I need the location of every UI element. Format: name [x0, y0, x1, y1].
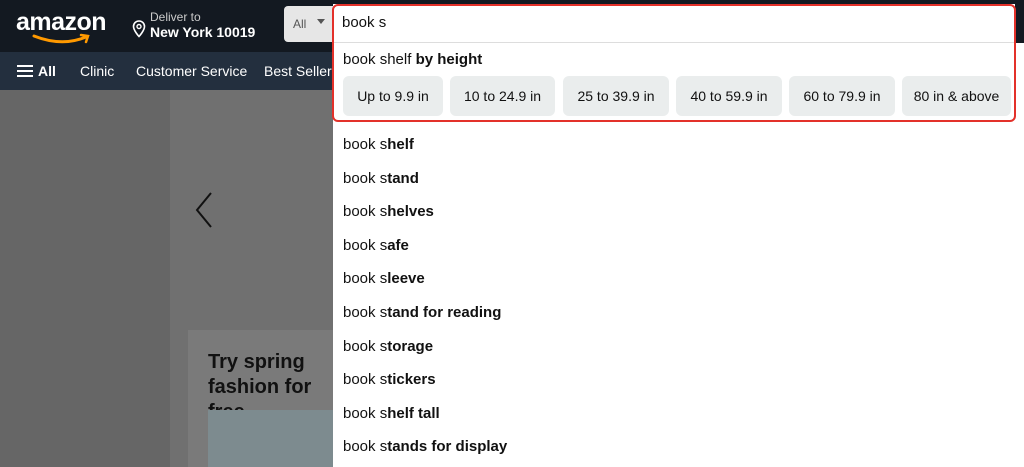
- nav-item-best-sellers[interactable]: Best Sellers: [264, 63, 339, 79]
- suggestion-item[interactable]: book storage: [343, 338, 433, 355]
- suggestion-completion: tickers: [387, 371, 436, 388]
- suggestion-typed: book s: [343, 270, 388, 287]
- suggestion-item[interactable]: book stand: [343, 170, 419, 187]
- suggestion-typed: book s: [343, 237, 388, 254]
- featured-suggestion-prefix: book shelf: [343, 51, 412, 68]
- suggestion-typed: book s: [343, 338, 388, 355]
- search-input[interactable]: book s: [333, 4, 1015, 43]
- suggestion-item[interactable]: book shelf: [343, 136, 414, 153]
- promo-card-image: [208, 410, 338, 467]
- suggestion-completion: helves: [387, 203, 434, 220]
- suggestion-item[interactable]: book stand for reading: [343, 304, 501, 321]
- logo-smile-icon: [32, 33, 90, 44]
- suggestion-typed: book s: [343, 170, 388, 187]
- search-category-label: All: [293, 17, 307, 31]
- height-chip-25-to-39-9[interactable]: 25 to 39.9 in: [563, 76, 669, 116]
- suggestion-completion: helf tall: [387, 405, 440, 422]
- suggestion-item[interactable]: book sleeve: [343, 270, 425, 287]
- nav-item-customer-service[interactable]: Customer Service: [136, 63, 247, 79]
- deliver-to[interactable]: Deliver to New York 10019: [132, 8, 272, 44]
- suggestion-typed: book s: [343, 371, 388, 388]
- location-pin-icon: [132, 20, 146, 38]
- suggestion-completion: helf: [387, 136, 414, 153]
- suggestion-completion: tand for reading: [387, 304, 502, 321]
- deliver-label: Deliver to: [150, 10, 201, 24]
- hamburger-menu-icon[interactable]: [17, 65, 33, 77]
- height-chip-10-to-24-9[interactable]: 10 to 24.9 in: [450, 76, 555, 116]
- suggestion-item[interactable]: book shelves: [343, 203, 434, 220]
- suggestion-completion: afe: [387, 237, 409, 254]
- suggestion-completion: tand: [387, 170, 419, 187]
- nav-all[interactable]: All: [38, 63, 56, 79]
- suggestion-typed: book s: [343, 438, 388, 455]
- suggestion-item[interactable]: book safe: [343, 237, 409, 254]
- suggestion-completion: leeve: [387, 270, 425, 287]
- nav-item-clinic[interactable]: Clinic: [80, 63, 114, 79]
- suggestion-completion: torage: [387, 338, 434, 355]
- suggestion-completion: tands for display: [387, 438, 508, 455]
- suggestion-typed: book s: [343, 136, 388, 153]
- suggestion-typed: book s: [343, 203, 388, 220]
- height-chip-60-to-79-9[interactable]: 60 to 79.9 in: [789, 76, 895, 116]
- search-input-value: book s: [342, 14, 387, 31]
- deliver-location: New York 10019: [150, 24, 256, 40]
- page-sidebar-area: [0, 90, 170, 467]
- promo-card[interactable]: Try spring fashion for free: [188, 330, 338, 467]
- suggestion-item[interactable]: book stickers: [343, 371, 436, 388]
- chevron-left-icon[interactable]: [193, 190, 217, 230]
- search-category-select[interactable]: All: [284, 6, 334, 42]
- featured-suggestion-suffix: by height: [415, 51, 483, 68]
- caret-down-icon: [317, 19, 325, 24]
- suggestion-item[interactable]: book shelf tall: [343, 405, 440, 422]
- height-chip-40-to-59-9[interactable]: 40 to 59.9 in: [676, 76, 782, 116]
- featured-suggestion[interactable]: book shelf by height: [343, 51, 482, 68]
- suggestion-item[interactable]: book stands for display: [343, 438, 507, 455]
- height-chip-up-to-9-9[interactable]: Up to 9.9 in: [343, 76, 443, 116]
- suggestion-typed: book s: [343, 304, 388, 321]
- amazon-logo[interactable]: amazon: [14, 6, 114, 46]
- search-suggestions-dropdown: book shelf by height Up to 9.9 in 10 to …: [333, 43, 1024, 467]
- suggestion-typed: book s: [343, 405, 388, 422]
- height-chip-80-and-above[interactable]: 80 in & above: [902, 76, 1011, 116]
